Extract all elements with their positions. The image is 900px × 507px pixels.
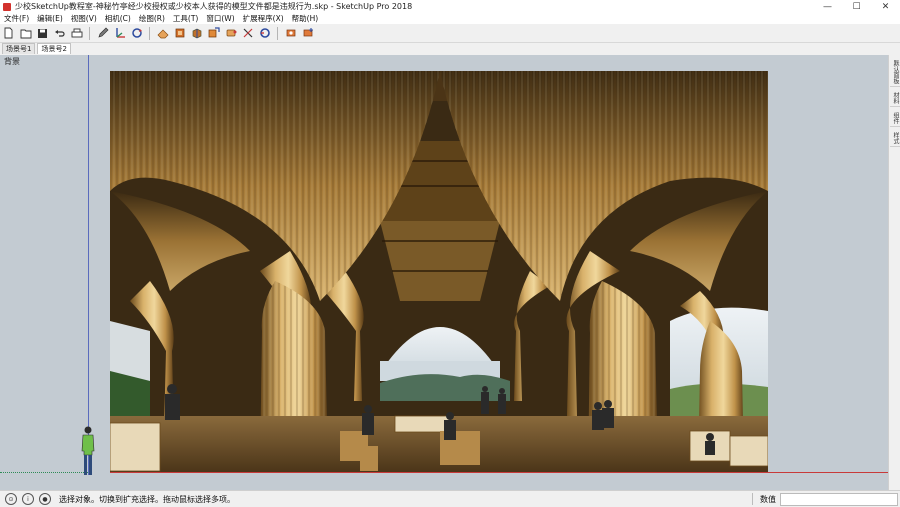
main-toolbar [0, 24, 900, 43]
menu-tools[interactable]: 工具(T) [169, 13, 202, 24]
open-file-icon[interactable] [18, 26, 33, 40]
new-file-icon[interactable] [1, 26, 16, 40]
blue-axis [88, 55, 89, 475]
camera-add-icon[interactable] [300, 26, 315, 40]
eraser-icon[interactable] [155, 26, 170, 40]
tape-measure-icon[interactable] [223, 26, 238, 40]
tray-tab-styles[interactable]: 样式 [890, 130, 900, 147]
menu-help[interactable]: 帮助(H) [288, 13, 323, 24]
scissors-icon[interactable] [240, 26, 255, 40]
menu-window[interactable]: 窗口(W) [202, 13, 238, 24]
menu-camera[interactable]: 相机(C) [101, 13, 135, 24]
close-button[interactable]: ✕ [871, 0, 900, 13]
measurements-field[interactable] [780, 493, 898, 506]
tray-tab-components[interactable]: 组件 [890, 110, 900, 127]
tray-tab-materials[interactable]: 材料 [890, 90, 900, 107]
toolbar-separator [277, 26, 278, 40]
paint-icon[interactable] [172, 26, 187, 40]
status-bar: ⊙ i ● 选择对象。切换到扩充选择。拖动鼠标选择多项。 数值 [0, 490, 900, 507]
menu-extensions[interactable]: 扩展程序(X) [239, 13, 288, 24]
window-title: 少校SketchUp教程室-神秘竹亭经少校授权或少校本人获得的模型文件都是违规行… [15, 2, 413, 11]
orbit-icon[interactable] [257, 26, 272, 40]
red-axis [110, 472, 888, 473]
user-icon[interactable]: ● [39, 493, 51, 505]
window-controls: — ☐ ✕ [813, 0, 900, 13]
measurements-label: 数值 [760, 495, 776, 504]
menu-file[interactable]: 文件(F) [0, 13, 33, 24]
tray-tab-default[interactable]: 默认面板 [890, 58, 900, 87]
undo-icon[interactable] [52, 26, 67, 40]
scene-label: 背景 [4, 57, 20, 66]
camera-icon[interactable] [283, 26, 298, 40]
tab-scene-2[interactable]: 场景号2 [37, 43, 71, 54]
menu-view[interactable]: 视图(V) [67, 13, 101, 24]
sketchup-app-icon [3, 2, 11, 11]
push-pull-icon[interactable] [189, 26, 204, 40]
save-icon[interactable] [35, 26, 50, 40]
print-icon[interactable] [69, 26, 84, 40]
tab-scene-1[interactable]: 场景号1 [2, 43, 36, 54]
menu-bar: 文件(F) 编辑(E) 视图(V) 相机(C) 绘图(R) 工具(T) 窗口(W… [0, 13, 900, 24]
pencil-icon[interactable] [95, 26, 110, 40]
minimize-button[interactable]: — [813, 0, 842, 13]
drawing-viewport[interactable]: 背景 [0, 55, 888, 490]
rotate-icon[interactable] [129, 26, 144, 40]
scale-figure-person[interactable] [79, 425, 97, 477]
toolbar-separator [89, 26, 90, 40]
toolbar-separator [149, 26, 150, 40]
status-divider [752, 493, 753, 505]
default-tray: 默认面板 材料 组件 样式 [888, 55, 900, 490]
bamboo-pavilion-photo[interactable] [110, 71, 768, 473]
maximize-button[interactable]: ☐ [842, 0, 871, 13]
menu-edit[interactable]: 编辑(E) [33, 13, 67, 24]
status-message: 选择对象。切换到扩充选择。拖动鼠标选择多项。 [59, 494, 235, 504]
info-icon[interactable]: i [22, 493, 34, 505]
axes-icon[interactable] [112, 26, 127, 40]
move-icon[interactable] [206, 26, 221, 40]
geo-location-icon[interactable]: ⊙ [5, 493, 17, 505]
green-axis [0, 472, 88, 473]
title-bar: 少校SketchUp教程室-神秘竹亭经少校授权或少校本人获得的模型文件都是违规行… [0, 0, 900, 13]
scene-tabs: 场景号1 场景号2 [0, 43, 900, 54]
menu-draw[interactable]: 绘图(R) [135, 13, 169, 24]
